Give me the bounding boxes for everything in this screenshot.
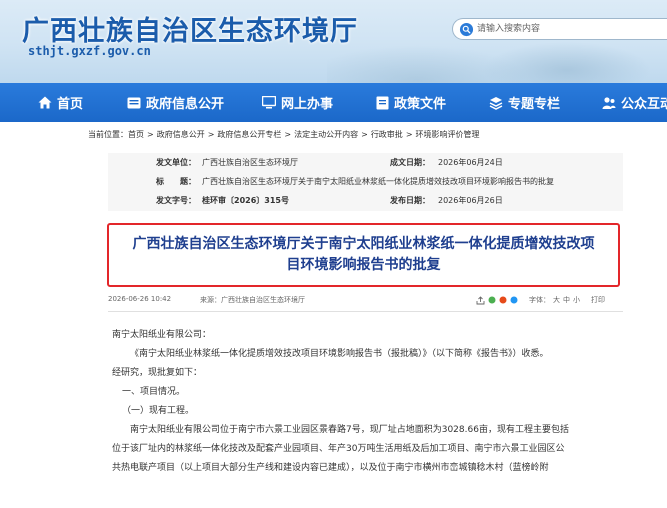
article-paragraph: 南宁太阳纸业有限公司： xyxy=(112,330,212,340)
article-paragraph: 南宁太阳纸业有限公司位于南宁市六景工业园区景春路7号，现厂址占地面积为3028.… xyxy=(130,425,569,435)
document-meta-table: 发文单位： 广西壮族自治区生态环境厅 成文日期： 2026年06月24日 标 题… xyxy=(108,153,623,211)
nav-item-label: 公众互动 xyxy=(621,97,667,112)
share-icon[interactable] xyxy=(476,295,485,305)
header-background-image xyxy=(327,0,667,83)
breadcrumb-item[interactable]: 首页 xyxy=(128,130,144,139)
article-paragraph: 经研究，现批复如下： xyxy=(112,368,203,378)
nav-item-label: 政府信息公开 xyxy=(146,97,225,112)
nav-item-label: 网上办事 xyxy=(281,97,334,112)
search-icon[interactable] xyxy=(459,22,474,37)
nav-item-topics[interactable]: 专题专栏 xyxy=(489,83,560,122)
breadcrumb-prefix: 当前位置： xyxy=(88,130,128,139)
source-label: 来源： xyxy=(200,296,221,304)
article-source: 来源：广西壮族自治区生态环境厅 xyxy=(200,295,305,305)
site-title[interactable]: 广西壮族自治区生态环境厅 xyxy=(22,9,358,48)
article-info-bar: 2026-06-26 10:42 来源：广西壮族自治区生态环境厅 字体： 大 中… xyxy=(108,295,623,309)
info-icon xyxy=(127,97,141,108)
divider xyxy=(108,311,623,312)
people-icon xyxy=(602,96,616,109)
weibo-icon[interactable] xyxy=(499,296,507,304)
main-navigation: 首页 政府信息公开 网上办事 政策文件 专题专栏 公众互动 xyxy=(0,83,667,122)
breadcrumb-item[interactable]: 政府信息公开 xyxy=(157,130,205,139)
meta-row-docno: 发文字号： 桂环审〔2026〕315号 发布日期： 2026年06月26日 xyxy=(108,193,623,209)
breadcrumb-item[interactable]: 法定主动公开内容 xyxy=(294,130,358,139)
meta-row-issuer: 发文单位： 广西壮族自治区生态环境厅 成文日期： 2026年06月24日 xyxy=(108,155,623,171)
article-datetime: 2026-06-26 10:42 xyxy=(108,295,172,303)
font-size-large[interactable]: 大 xyxy=(553,295,560,305)
meta-doc-number: 桂环审〔2026〕315号 xyxy=(202,196,289,205)
meta-label: 发文单位： xyxy=(156,158,196,167)
article-title-box: 广西壮族自治区生态环境厅关于南宁太阳纸业林浆纸一体化提质增效技改项目环境影响报告… xyxy=(107,223,620,287)
article-paragraph: 一、项目情况。 xyxy=(122,387,186,397)
meta-label: 发布日期： xyxy=(390,196,430,205)
breadcrumb-separator: > xyxy=(147,130,154,139)
meta-row-title: 标 题： 广西壮族自治区生态环境厅关于南宁太阳纸业林浆纸一体化提质增效技改项目环… xyxy=(108,174,623,190)
breadcrumb-item[interactable]: 环境影响评价管理 xyxy=(416,130,480,139)
breadcrumb-separator: > xyxy=(284,130,292,139)
article-body: 南宁太阳纸业有限公司： 《南宁太阳纸业林浆纸一体化提质增效技改项目环境影响报告书… xyxy=(112,326,632,478)
print-link[interactable]: 打印 xyxy=(591,295,605,305)
site-domain: sthjt.gxzf.gov.cn xyxy=(28,44,151,58)
nav-item-online-service[interactable]: 网上办事 xyxy=(262,83,333,122)
wechat-icon[interactable] xyxy=(488,296,496,304)
font-size-small[interactable]: 小 xyxy=(573,295,580,305)
article-paragraph: （一）现有工程。 xyxy=(122,406,195,416)
meta-label: 成文日期： xyxy=(390,158,430,167)
home-icon xyxy=(38,96,52,109)
article-tools: 字体： 大 中 小 打印 xyxy=(476,295,605,305)
meta-created-date: 2026年06月24日 xyxy=(438,158,503,167)
breadcrumb-separator: > xyxy=(405,130,413,139)
nav-item-policy-docs[interactable]: 政策文件 xyxy=(376,83,446,122)
qq-icon[interactable] xyxy=(510,296,518,304)
nav-item-gov-info[interactable]: 政府信息公开 xyxy=(127,83,224,122)
breadcrumb-separator: > xyxy=(361,130,368,139)
meta-label: 标 题： xyxy=(156,177,196,186)
meta-published-date: 2026年06月26日 xyxy=(438,196,503,205)
nav-item-public-interaction[interactable]: 公众互动 xyxy=(602,83,667,122)
breadcrumb-item[interactable]: 行政审批 xyxy=(371,130,403,139)
article-paragraph: 位于该厂址内的林浆纸一体化技改及配套产业园项目、年产30万吨生活用纸及后加工项目… xyxy=(112,444,565,454)
article-paragraph: 共热电联产项目（以上项目大部分生产线和建设内容已建成），以及位于南宁市横州市峦城… xyxy=(112,463,549,473)
search-input[interactable] xyxy=(477,21,657,37)
font-size-label: 字体： xyxy=(529,296,550,304)
meta-issuer: 广西壮族自治区生态环境厅 xyxy=(202,158,298,167)
document-icon xyxy=(376,96,389,109)
nav-item-label: 政策文件 xyxy=(394,97,447,112)
font-size-medium[interactable]: 中 xyxy=(563,295,570,305)
nav-item-label: 专题专栏 xyxy=(508,97,561,112)
nav-item-home[interactable]: 首页 xyxy=(38,83,83,122)
breadcrumb-item[interactable]: 政府信息公开专栏 xyxy=(217,130,281,139)
nav-item-label: 首页 xyxy=(57,97,84,112)
breadcrumb-separator: > xyxy=(207,130,215,139)
meta-label: 发文字号： xyxy=(156,196,196,205)
layers-icon xyxy=(489,96,503,110)
breadcrumb: 当前位置：首页 > 政府信息公开 > 政府信息公开专栏 > 法定主动公开内容 > 行政审批 > 环境… xyxy=(88,129,480,140)
site-header: 广西壮族自治区生态环境厅 sthjt.gxzf.gov.cn xyxy=(0,0,667,83)
article-paragraph: 《南宁太阳纸业林浆纸一体化提质增效技改项目环境影响报告书（报批稿）》（以下简称《… xyxy=(130,349,549,359)
article-title: 广西壮族自治区生态环境厅关于南宁太阳纸业林浆纸一体化提质增效技改项目环境影响报告… xyxy=(132,236,595,273)
monitor-icon xyxy=(262,96,276,109)
search-box[interactable] xyxy=(452,18,667,40)
source-value: 广西壮族自治区生态环境厅 xyxy=(221,296,305,304)
meta-title: 广西壮族自治区生态环境厅关于南宁太阳纸业林浆纸一体化提质增效技改项目环境影响报告… xyxy=(202,177,554,186)
